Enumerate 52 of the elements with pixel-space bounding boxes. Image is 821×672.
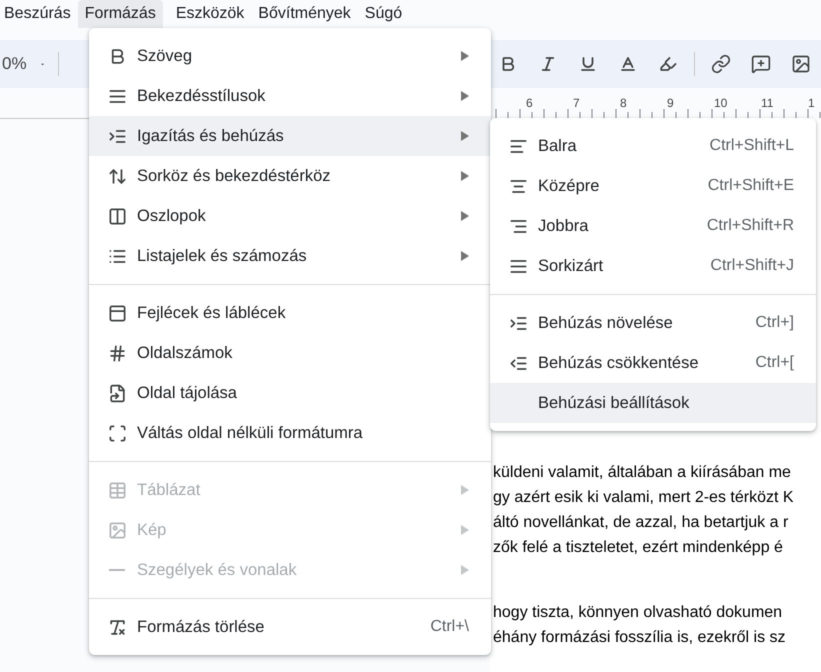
menu-bar-item[interactable]: Súgó xyxy=(358,0,410,28)
menu-item[interactable]: Oldal tájolása xyxy=(89,373,491,413)
document-text: áltó novellánkat, de azzal, ha betartjuk a r xyxy=(493,513,788,533)
frame-corners-icon xyxy=(108,424,126,442)
shortcut-text: Ctrl+\ xyxy=(430,618,469,636)
shortcut-text: Ctrl+[ xyxy=(755,354,794,372)
menu-item[interactable]: Sorkizárt Ctrl+Shift+J xyxy=(490,246,816,286)
ruler-number: 11 xyxy=(761,95,774,110)
menu-item[interactable]: Középre Ctrl+Shift+E xyxy=(490,166,816,206)
menu-item[interactable]: Balra Ctrl+Shift+L xyxy=(490,126,816,166)
shortcut-text: Ctrl+Shift+E xyxy=(708,177,794,195)
menu-bar-item[interactable]: Formázás xyxy=(78,0,163,28)
document-text: küldeni valamit, általában a kiírásában me xyxy=(493,463,791,483)
clear-formatting-icon xyxy=(108,618,126,636)
document-text: gy azért esik ki valami, mert 2-es térközt K xyxy=(493,488,794,508)
shortcut-text: Ctrl+] xyxy=(755,314,794,332)
menu-item[interactable]: Oszlopok xyxy=(89,196,491,236)
menu-item[interactable]: Behúzás növelése Ctrl+] xyxy=(490,303,816,343)
menu-item[interactable]: Formázás törlése Ctrl+\ xyxy=(89,607,491,647)
menu-bar-item[interactable]: Beszúrás xyxy=(0,0,78,28)
shortcut-text: Ctrl+Shift+L xyxy=(710,137,794,155)
ruler-number: 7 xyxy=(573,95,581,110)
menu-item[interactable]: Váltás oldal nélküli formátumra xyxy=(89,413,491,453)
hash-icon xyxy=(108,344,126,362)
table-icon xyxy=(108,480,126,500)
menu-item[interactable]: Igazítás és behúzás xyxy=(89,116,491,156)
menu-item[interactable]: Jobbra Ctrl+Shift+R xyxy=(490,206,816,246)
menu-item[interactable]: Oldalszámok xyxy=(89,333,491,373)
ruler-number: 8 xyxy=(620,95,628,110)
image-icon xyxy=(108,520,126,540)
menu-item[interactable]: Behúzás csökkentése Ctrl+[ xyxy=(490,343,816,383)
menu-item[interactable]: Sorköz és bekezdéstérköz xyxy=(89,156,491,196)
menu-item[interactable]: Bekezdésstílusok xyxy=(89,76,491,116)
menu-item[interactable]: Fejlécek és láblécek xyxy=(89,293,491,333)
menu-item[interactable]: Behúzási beállítások xyxy=(490,383,816,423)
menu-item[interactable]: Listajelek és számozás xyxy=(89,236,491,276)
dash-icon xyxy=(109,569,125,571)
shortcut-text: Ctrl+Shift+J xyxy=(710,257,794,275)
menu-bar-item[interactable]: Bővítmények xyxy=(251,0,358,28)
shortcut-text: Ctrl+Shift+R xyxy=(706,217,794,235)
menu-item[interactable]: Szöveg xyxy=(89,36,491,76)
ruler-number: 1 xyxy=(808,95,816,110)
document-text: zők felé a tiszteletet, ezért mindenképp é xyxy=(493,538,783,558)
document-text: éhány formázási fosszília is, ezekről is sz xyxy=(493,628,786,648)
header-icon xyxy=(108,304,126,322)
ruler-number: 9 xyxy=(667,95,675,110)
ruler-number: 10 xyxy=(714,95,728,110)
menu-bar-item[interactable]: Eszközök xyxy=(168,0,252,28)
zoom-level[interactable]: 0% xyxy=(2,54,27,74)
columns-icon xyxy=(108,206,126,226)
document-text: hogy tiszta, könnyen olvasható dokumen xyxy=(493,603,782,623)
ruler-number: 6 xyxy=(526,95,534,110)
